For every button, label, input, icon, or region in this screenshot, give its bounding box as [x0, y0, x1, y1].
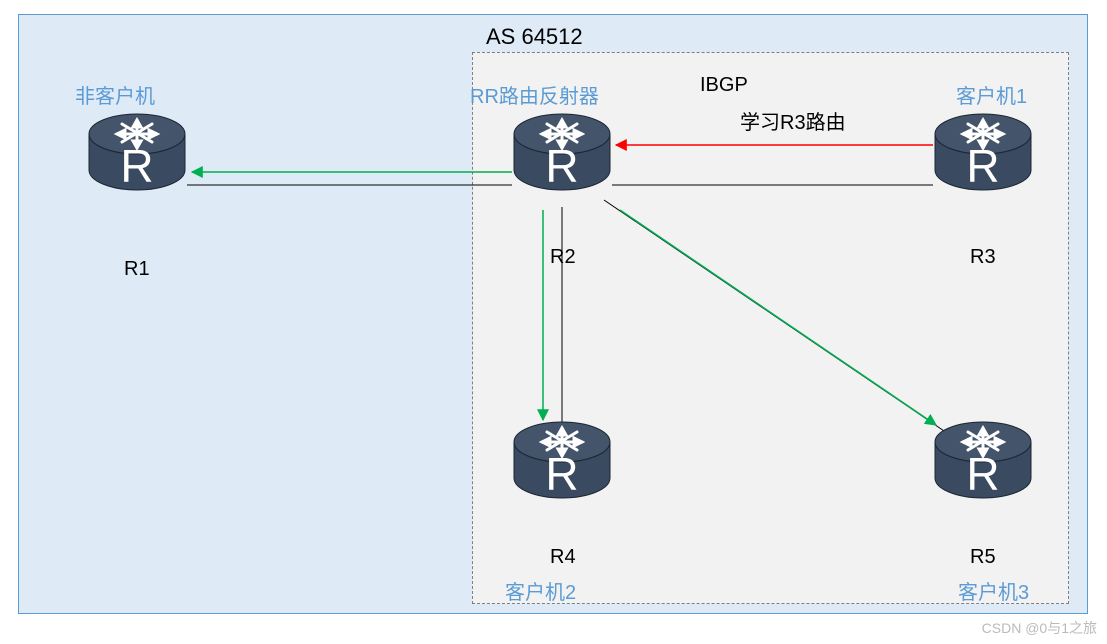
router-name-r1: R1 [124, 258, 150, 281]
label-r3-role: 客户机1 [956, 80, 1027, 109]
ibgp-label: IBGP [700, 74, 748, 97]
router-r4-icon [512, 418, 612, 513]
router-name-r4: R4 [550, 546, 576, 569]
edge-label-r3r2: 学习R3路由 [740, 106, 846, 135]
router-r5-icon [933, 418, 1033, 513]
label-r1-role: 非客户机 [75, 80, 155, 109]
label-r5-role: 客户机3 [958, 576, 1029, 605]
router-r2-icon [512, 110, 612, 205]
router-name-r2: R2 [550, 246, 576, 269]
router-r1-icon [87, 110, 187, 205]
watermark-text: CSDN @0与1之旅 [982, 618, 1097, 638]
label-r4-role: 客户机2 [505, 576, 576, 605]
router-name-r5: R5 [970, 546, 996, 569]
label-r2-role: RR路由反射器 [470, 80, 599, 109]
router-name-r3: R3 [970, 246, 996, 269]
as-title: AS 64512 [486, 24, 583, 50]
router-r3-icon [933, 110, 1033, 205]
